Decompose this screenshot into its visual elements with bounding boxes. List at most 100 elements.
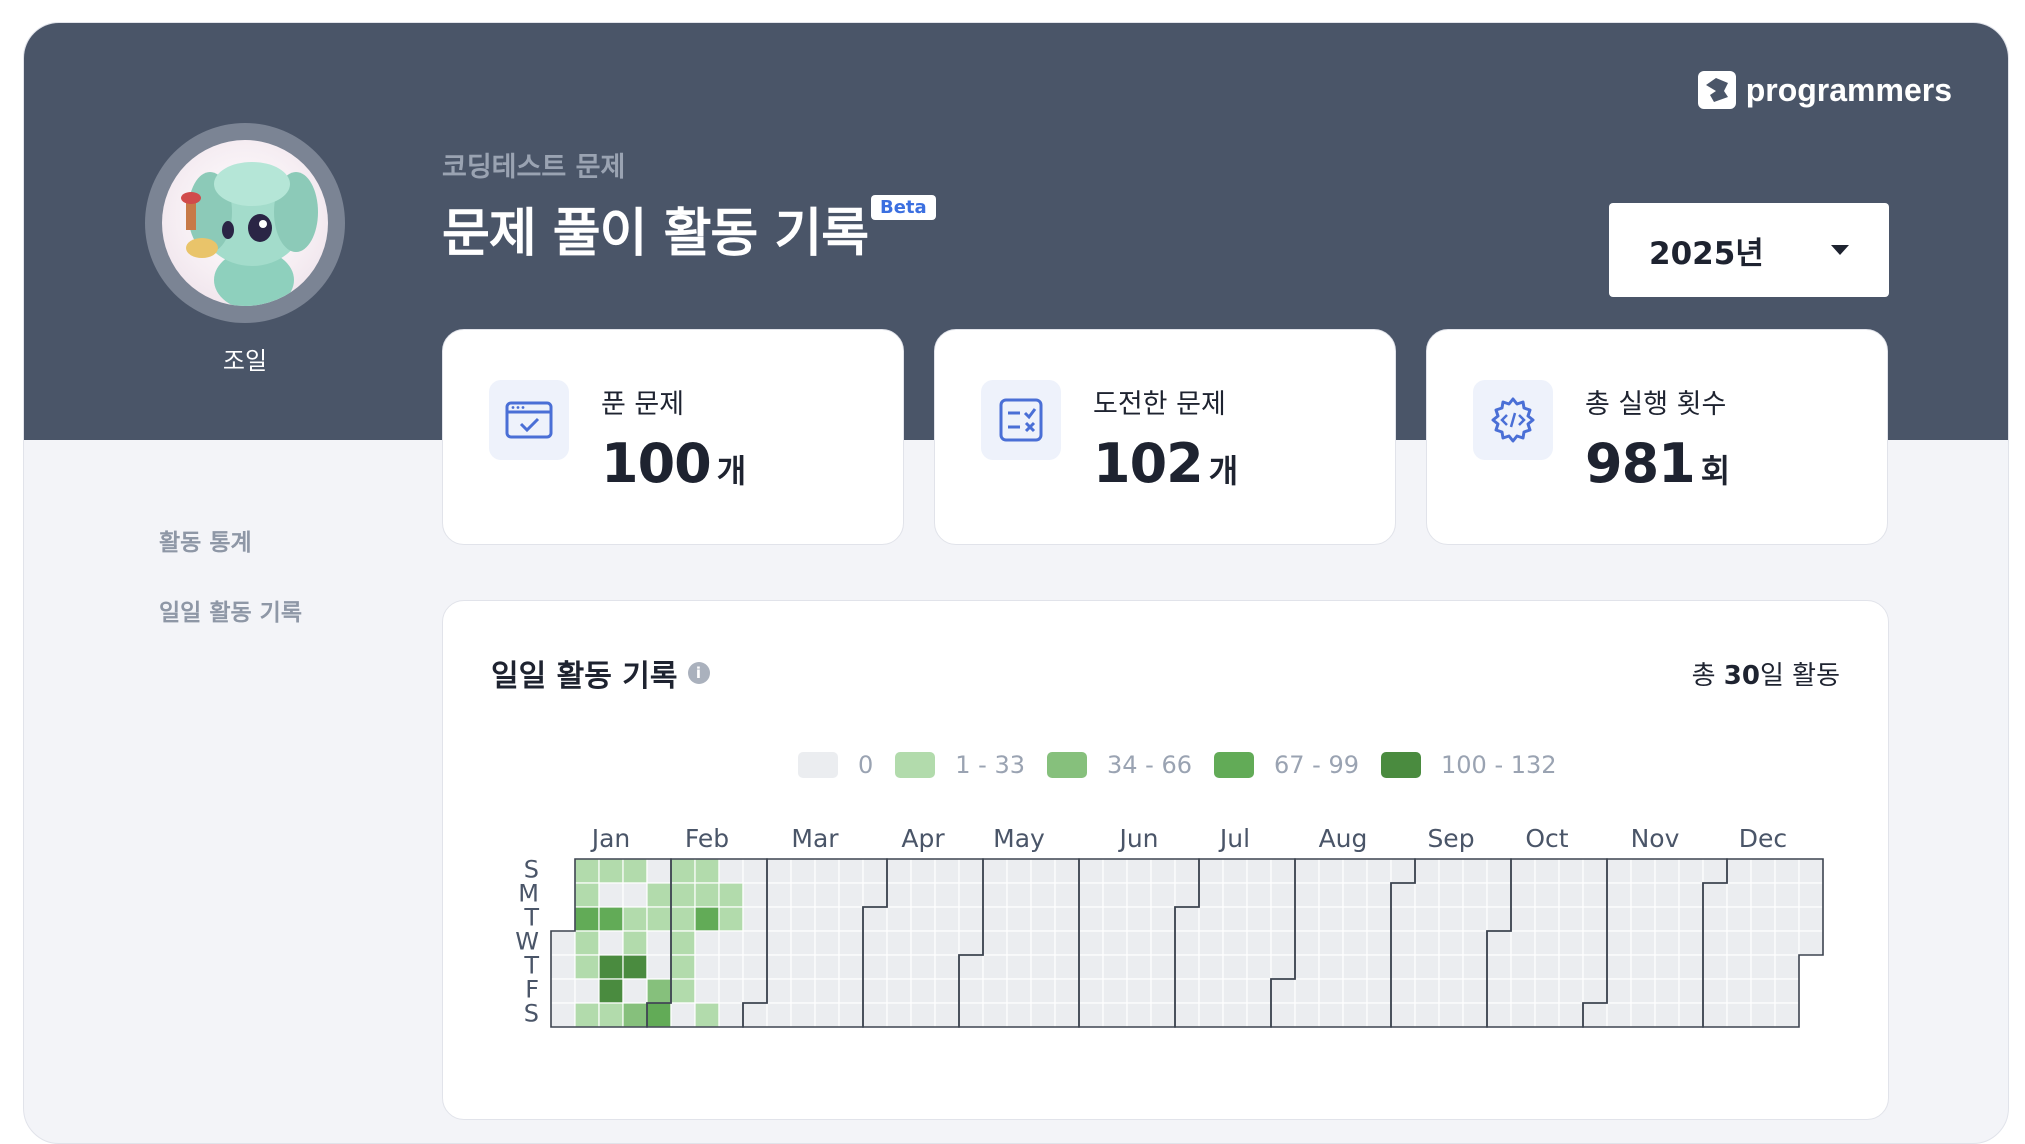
- heatmap-day-cell[interactable]: [1102, 978, 1128, 1004]
- heatmap-day-cell[interactable]: [598, 858, 624, 884]
- heatmap-day-cell[interactable]: [1558, 882, 1584, 908]
- heatmap-day-cell[interactable]: [886, 882, 912, 908]
- heatmap-day-cell[interactable]: [1390, 954, 1416, 980]
- heatmap-day-cell[interactable]: [646, 858, 672, 884]
- heatmap-day-cell[interactable]: [1678, 882, 1704, 908]
- heatmap-day-cell[interactable]: [1510, 1002, 1536, 1028]
- heatmap-day-cell[interactable]: [1366, 858, 1392, 884]
- heatmap-day-cell[interactable]: [742, 882, 768, 908]
- heatmap-day-cell[interactable]: [1342, 930, 1368, 956]
- heatmap-day-cell[interactable]: [1006, 882, 1032, 908]
- heatmap-day-cell[interactable]: [1414, 882, 1440, 908]
- heatmap-day-cell[interactable]: [982, 906, 1008, 932]
- heatmap-day-cell[interactable]: [766, 930, 792, 956]
- heatmap-day-cell[interactable]: [694, 1002, 720, 1028]
- heatmap-day-cell[interactable]: [838, 978, 864, 1004]
- heatmap-day-cell[interactable]: [1246, 882, 1272, 908]
- heatmap-day-cell[interactable]: [1630, 978, 1656, 1004]
- heatmap-day-cell[interactable]: [1462, 858, 1488, 884]
- heatmap-day-cell[interactable]: [1102, 882, 1128, 908]
- heatmap-day-cell[interactable]: [1510, 858, 1536, 884]
- heatmap-day-cell[interactable]: [862, 930, 888, 956]
- heatmap-day-cell[interactable]: [1654, 882, 1680, 908]
- heatmap-day-cell[interactable]: [694, 930, 720, 956]
- heatmap-day-cell[interactable]: [934, 978, 960, 1004]
- heatmap-day-cell[interactable]: [1198, 882, 1224, 908]
- heatmap-day-cell[interactable]: [1510, 978, 1536, 1004]
- heatmap-day-cell[interactable]: [1054, 858, 1080, 884]
- heatmap-day-cell[interactable]: [910, 1002, 936, 1028]
- heatmap-day-cell[interactable]: [1702, 882, 1728, 908]
- heatmap-day-cell[interactable]: [1222, 882, 1248, 908]
- heatmap-day-cell[interactable]: [1102, 1002, 1128, 1028]
- heatmap-day-cell[interactable]: [1270, 930, 1296, 956]
- heatmap-day-cell[interactable]: [622, 978, 648, 1004]
- heatmap-day-cell[interactable]: [1366, 906, 1392, 932]
- heatmap-day-cell[interactable]: [1174, 978, 1200, 1004]
- heatmap-day-cell[interactable]: [1798, 906, 1824, 932]
- heatmap-day-cell[interactable]: [1246, 978, 1272, 1004]
- heatmap-day-cell[interactable]: [1366, 882, 1392, 908]
- heatmap-day-cell[interactable]: [574, 1002, 600, 1028]
- heatmap-day-cell[interactable]: [1582, 930, 1608, 956]
- heatmap-day-cell[interactable]: [1606, 858, 1632, 884]
- heatmap-day-cell[interactable]: [1342, 978, 1368, 1004]
- heatmap-day-cell[interactable]: [1270, 954, 1296, 980]
- heatmap-day-cell[interactable]: [1294, 954, 1320, 980]
- heatmap-day-cell[interactable]: [1222, 858, 1248, 884]
- heatmap-day-cell[interactable]: [1174, 906, 1200, 932]
- heatmap-day-cell[interactable]: [1198, 858, 1224, 884]
- heatmap-day-cell[interactable]: [1726, 858, 1752, 884]
- heatmap-day-cell[interactable]: [1774, 882, 1800, 908]
- heatmap-day-cell[interactable]: [934, 858, 960, 884]
- heatmap-day-cell[interactable]: [1006, 906, 1032, 932]
- heatmap-day-cell[interactable]: [1798, 930, 1824, 956]
- heatmap-day-cell[interactable]: [1030, 882, 1056, 908]
- heatmap-day-cell[interactable]: [1630, 858, 1656, 884]
- heatmap-day-cell[interactable]: [766, 858, 792, 884]
- heatmap-day-cell[interactable]: [1318, 882, 1344, 908]
- heatmap-day-cell[interactable]: [1510, 906, 1536, 932]
- heatmap-day-cell[interactable]: [1150, 1002, 1176, 1028]
- heatmap-day-cell[interactable]: [1438, 930, 1464, 956]
- heatmap-day-cell[interactable]: [1798, 882, 1824, 908]
- heatmap-day-cell[interactable]: [1678, 1002, 1704, 1028]
- heatmap-day-cell[interactable]: [1246, 1002, 1272, 1028]
- heatmap-day-cell[interactable]: [1126, 954, 1152, 980]
- heatmap-day-cell[interactable]: [1558, 978, 1584, 1004]
- heatmap-day-cell[interactable]: [1390, 858, 1416, 884]
- heatmap-day-cell[interactable]: [1438, 882, 1464, 908]
- heatmap-day-cell[interactable]: [958, 1002, 984, 1028]
- heatmap-day-cell[interactable]: [742, 1002, 768, 1028]
- heatmap-day-cell[interactable]: [574, 858, 600, 884]
- heatmap-day-cell[interactable]: [694, 858, 720, 884]
- heatmap-day-cell[interactable]: [1702, 906, 1728, 932]
- heatmap-day-cell[interactable]: [1558, 930, 1584, 956]
- heatmap-day-cell[interactable]: [982, 1002, 1008, 1028]
- heatmap-day-cell[interactable]: [982, 930, 1008, 956]
- heatmap-day-cell[interactable]: [670, 858, 696, 884]
- heatmap-day-cell[interactable]: [550, 930, 576, 956]
- heatmap-day-cell[interactable]: [1486, 978, 1512, 1004]
- heatmap-day-cell[interactable]: [1510, 954, 1536, 980]
- heatmap-day-cell[interactable]: [910, 858, 936, 884]
- heatmap-day-cell[interactable]: [742, 954, 768, 980]
- heatmap-day-cell[interactable]: [1774, 1002, 1800, 1028]
- heatmap-day-cell[interactable]: [1414, 978, 1440, 1004]
- heatmap-day-cell[interactable]: [1102, 954, 1128, 980]
- heatmap-day-cell[interactable]: [1366, 1002, 1392, 1028]
- heatmap-day-cell[interactable]: [1294, 882, 1320, 908]
- heatmap-day-cell[interactable]: [1558, 954, 1584, 980]
- heatmap-day-cell[interactable]: [1054, 930, 1080, 956]
- heatmap-day-cell[interactable]: [598, 882, 624, 908]
- heatmap-day-cell[interactable]: [862, 882, 888, 908]
- heatmap-day-cell[interactable]: [814, 930, 840, 956]
- heatmap-day-cell[interactable]: [814, 1002, 840, 1028]
- heatmap-day-cell[interactable]: [1438, 906, 1464, 932]
- heatmap-day-cell[interactable]: [622, 882, 648, 908]
- heatmap-day-cell[interactable]: [1246, 906, 1272, 932]
- heatmap-day-cell[interactable]: [862, 954, 888, 980]
- heatmap-day-cell[interactable]: [1198, 978, 1224, 1004]
- heatmap-day-cell[interactable]: [1174, 1002, 1200, 1028]
- heatmap-day-cell[interactable]: [1678, 978, 1704, 1004]
